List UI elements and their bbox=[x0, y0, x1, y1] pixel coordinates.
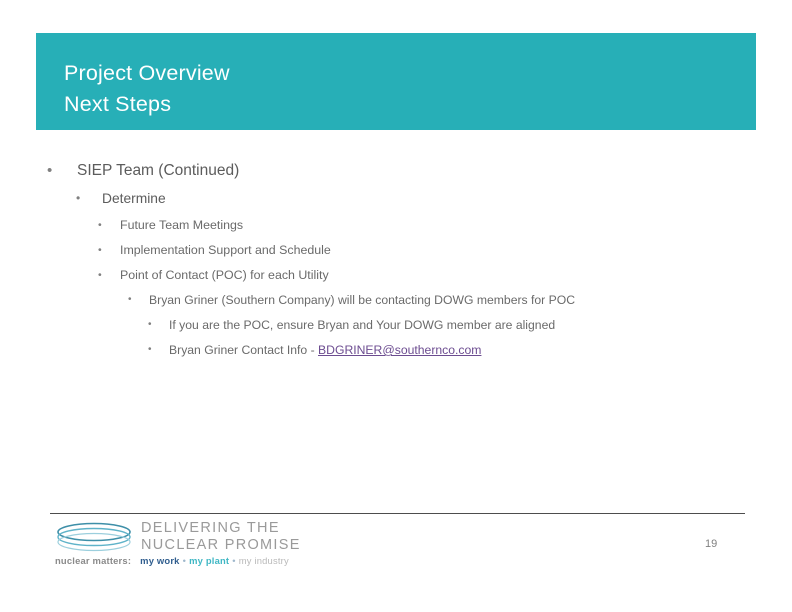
tagline-my-work: my work bbox=[140, 555, 180, 566]
slide-title-line-2: Next Steps bbox=[64, 92, 172, 116]
bullet-text: Bryan Griner Contact Info - BDGRINER@sou… bbox=[169, 338, 481, 362]
tagline-label: nuclear matters: bbox=[55, 555, 132, 566]
slide-title-line-1: Project Overview bbox=[64, 61, 230, 85]
bullet-marker-icon: • bbox=[98, 244, 102, 256]
email-hyperlink[interactable]: BDGRINER@southernco.com bbox=[318, 343, 481, 357]
bullet-marker-icon: • bbox=[98, 219, 102, 231]
bullet-item-level2-determine: • Determine bbox=[0, 186, 792, 213]
bullet-text: If you are the POC, ensure Bryan and You… bbox=[169, 318, 556, 332]
bullet-item-level1-siep-team: • SIEP Team (Continued) bbox=[0, 158, 792, 186]
tagline-my-plant: my plant bbox=[189, 555, 230, 566]
slide-page-number: 19 bbox=[705, 538, 718, 550]
bullet-text: Point of Contact (POC) for each Utility bbox=[120, 268, 329, 282]
delivering-nuclear-promise-logo: DELIVERING THE NUCLEAR PROMISE nuclear m… bbox=[55, 520, 345, 570]
slide-body-bullet-list: • SIEP Team (Continued) • Determine • Fu… bbox=[0, 158, 792, 363]
bullet-item-level3-implementation-support: • Implementation Support and Schedule bbox=[0, 238, 792, 263]
footer-divider bbox=[50, 513, 745, 514]
bullet-item-level5-bryan-griner-contact-info: • Bryan Griner Contact Info - BDGRINER@s… bbox=[0, 338, 792, 363]
slide-title: Project Overview Next Steps bbox=[64, 58, 724, 120]
bullet-text: Future Team Meetings bbox=[120, 218, 244, 232]
bullet-item-level3-future-team-meetings: • Future Team Meetings bbox=[0, 213, 792, 238]
bullet-text: Implementation Support and Schedule bbox=[120, 243, 331, 257]
bullet-marker-icon: • bbox=[148, 319, 152, 330]
bullet-marker-icon: • bbox=[47, 162, 53, 179]
logo-word-line-2: NUCLEAR PROMISE bbox=[141, 537, 301, 553]
logo-tagline: nuclear matters: my work • my plant • my indu… bbox=[55, 555, 289, 566]
logo-word-line-1: DELIVERING THE bbox=[141, 520, 280, 536]
bullet-item-level5-if-you-are-the-poc: • If you are the POC, ensure Bryan and Y… bbox=[0, 313, 792, 338]
bullet-marker-icon: • bbox=[76, 191, 81, 205]
logo-wordmark: DELIVERING THE NUCLEAR PROMISE bbox=[141, 520, 301, 554]
bullet-marker-icon: • bbox=[128, 294, 132, 305]
nuclear-disc-icon bbox=[57, 522, 131, 552]
bullet-text: Determine bbox=[102, 191, 166, 206]
bullet-item-level3-point-of-contact: • Point of Contact (POC) for each Utilit… bbox=[0, 263, 792, 288]
bullet-marker-icon: • bbox=[98, 269, 102, 281]
slide-title-banner: Project Overview Next Steps bbox=[36, 33, 756, 130]
contact-info-label: Bryan Griner Contact Info - bbox=[169, 343, 319, 357]
bullet-text: SIEP Team (Continued) bbox=[77, 162, 240, 179]
bullet-item-level4-bryan-griner-contacting: • Bryan Griner (Southern Company) will b… bbox=[0, 288, 792, 313]
tagline-separator-icon: • bbox=[232, 555, 236, 566]
tagline-my-industry: my industry bbox=[238, 555, 289, 566]
tagline-separator-icon: • bbox=[182, 555, 187, 566]
bullet-marker-icon: • bbox=[148, 344, 152, 355]
bullet-text: Bryan Griner (Southern Company) will be … bbox=[149, 293, 576, 307]
